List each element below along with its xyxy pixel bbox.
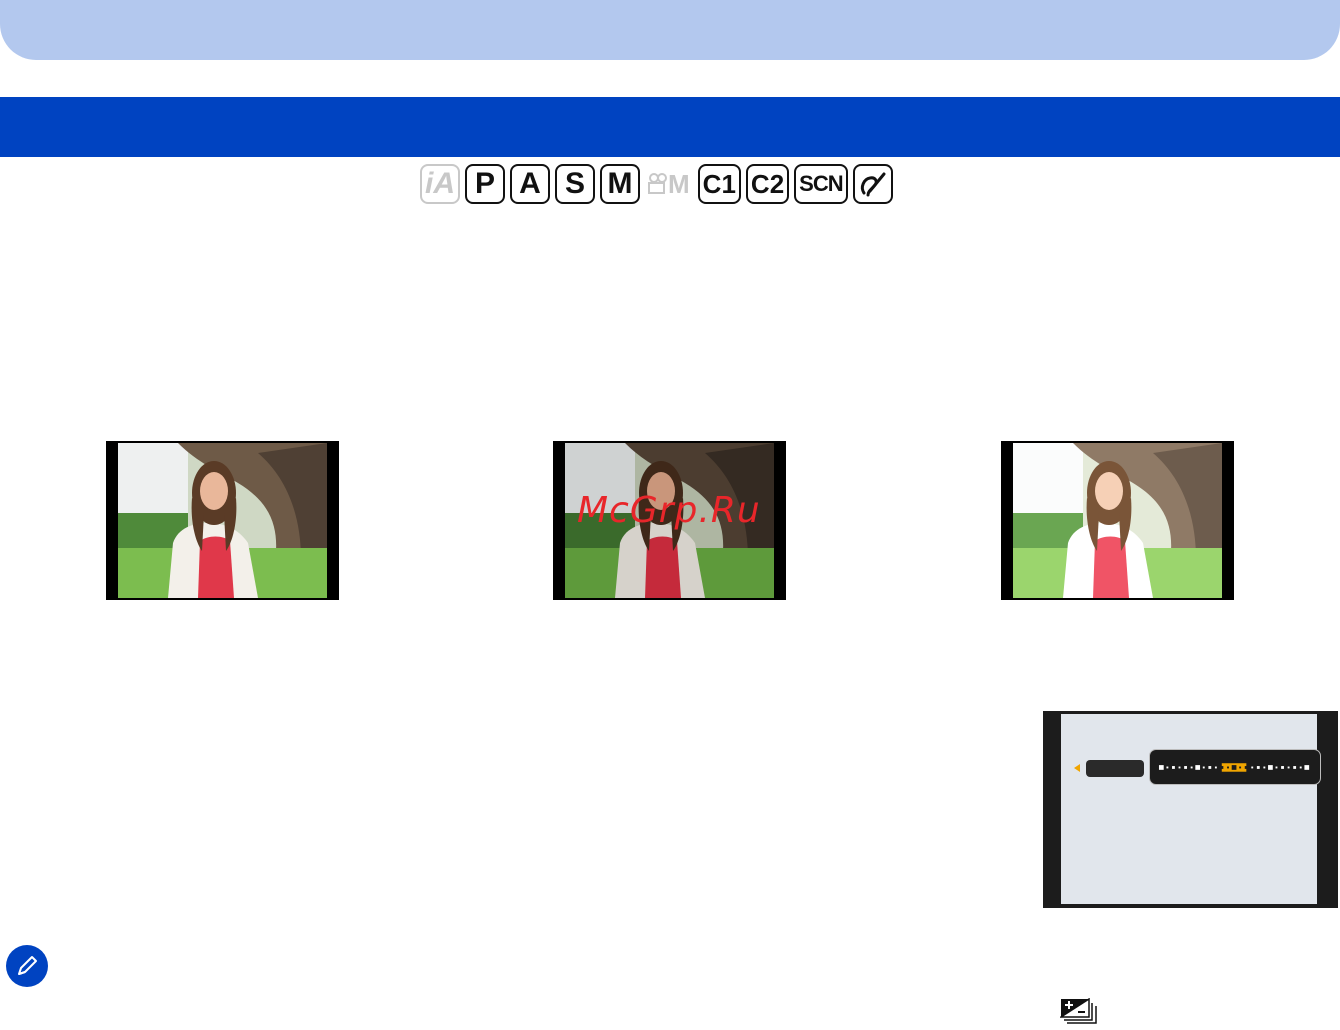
scale-tick bbox=[1304, 765, 1310, 770]
scale-tick bbox=[1256, 766, 1260, 769]
sample-photo-normal bbox=[106, 441, 339, 600]
scale-minor-tick bbox=[1166, 766, 1169, 769]
custom-2-icon: C2 bbox=[745, 164, 790, 204]
header-tab bbox=[0, 0, 1340, 60]
camera-lcd-panel bbox=[1061, 714, 1317, 904]
watermark: McGrp.Ru bbox=[577, 490, 761, 531]
scale-tick bbox=[1293, 766, 1297, 769]
movie-camera-icon bbox=[648, 173, 667, 194]
scale-tick bbox=[1208, 766, 1212, 769]
scale-tick bbox=[1268, 765, 1273, 770]
shutter-priority-icon: S bbox=[555, 164, 595, 204]
arrow-left-icon bbox=[1074, 764, 1080, 772]
creative-video-label: M bbox=[668, 168, 690, 199]
scale-tick bbox=[1231, 765, 1237, 770]
scale-minor-tick bbox=[1202, 766, 1205, 769]
setting-label-box bbox=[1086, 760, 1144, 777]
camera-lcd-screen bbox=[1043, 711, 1338, 908]
intelligent-auto-icon: iA bbox=[420, 164, 460, 204]
scale-minor-tick bbox=[1190, 766, 1193, 769]
scale-minor-tick bbox=[1239, 766, 1242, 769]
scale-tick bbox=[1172, 766, 1175, 769]
scale-tick bbox=[1158, 765, 1164, 770]
scale-tick bbox=[1244, 766, 1248, 769]
scale-tick bbox=[1184, 766, 1187, 769]
section-title-bar bbox=[0, 97, 1340, 157]
custom-1-icon: C1 bbox=[697, 164, 741, 204]
scene-guide-icon: SCN bbox=[794, 164, 848, 204]
scale-tick bbox=[1195, 765, 1201, 770]
palette-icon bbox=[860, 172, 886, 197]
manual-exposure-icon: M bbox=[600, 164, 640, 204]
scale-minor-tick bbox=[1287, 766, 1290, 769]
scale-minor-tick bbox=[1263, 766, 1266, 769]
sample-photo-brighter bbox=[1001, 441, 1234, 600]
aperture-priority-icon: A bbox=[510, 164, 550, 204]
scale-minor-tick bbox=[1214, 766, 1217, 769]
scale-minor-tick bbox=[1178, 766, 1181, 769]
exposure-scale-ticks bbox=[1158, 763, 1310, 772]
creative-control-icon bbox=[852, 164, 893, 204]
exposure-scale bbox=[1149, 749, 1321, 785]
note-pencil-icon bbox=[6, 945, 48, 987]
scale-minor-tick bbox=[1227, 766, 1229, 769]
recording-mode-icons: iA P A S M M C1 C2 SCN bbox=[420, 163, 893, 205]
scale-minor-tick bbox=[1275, 766, 1278, 769]
scale-tick bbox=[1281, 766, 1284, 769]
creative-video-icon: M bbox=[645, 164, 693, 204]
scale-minor-tick bbox=[1251, 766, 1254, 769]
scale-tick bbox=[1220, 766, 1224, 769]
program-ae-icon: P bbox=[465, 164, 505, 204]
scale-minor-tick bbox=[1299, 766, 1302, 769]
auto-bracket-icon bbox=[1058, 997, 1100, 1025]
